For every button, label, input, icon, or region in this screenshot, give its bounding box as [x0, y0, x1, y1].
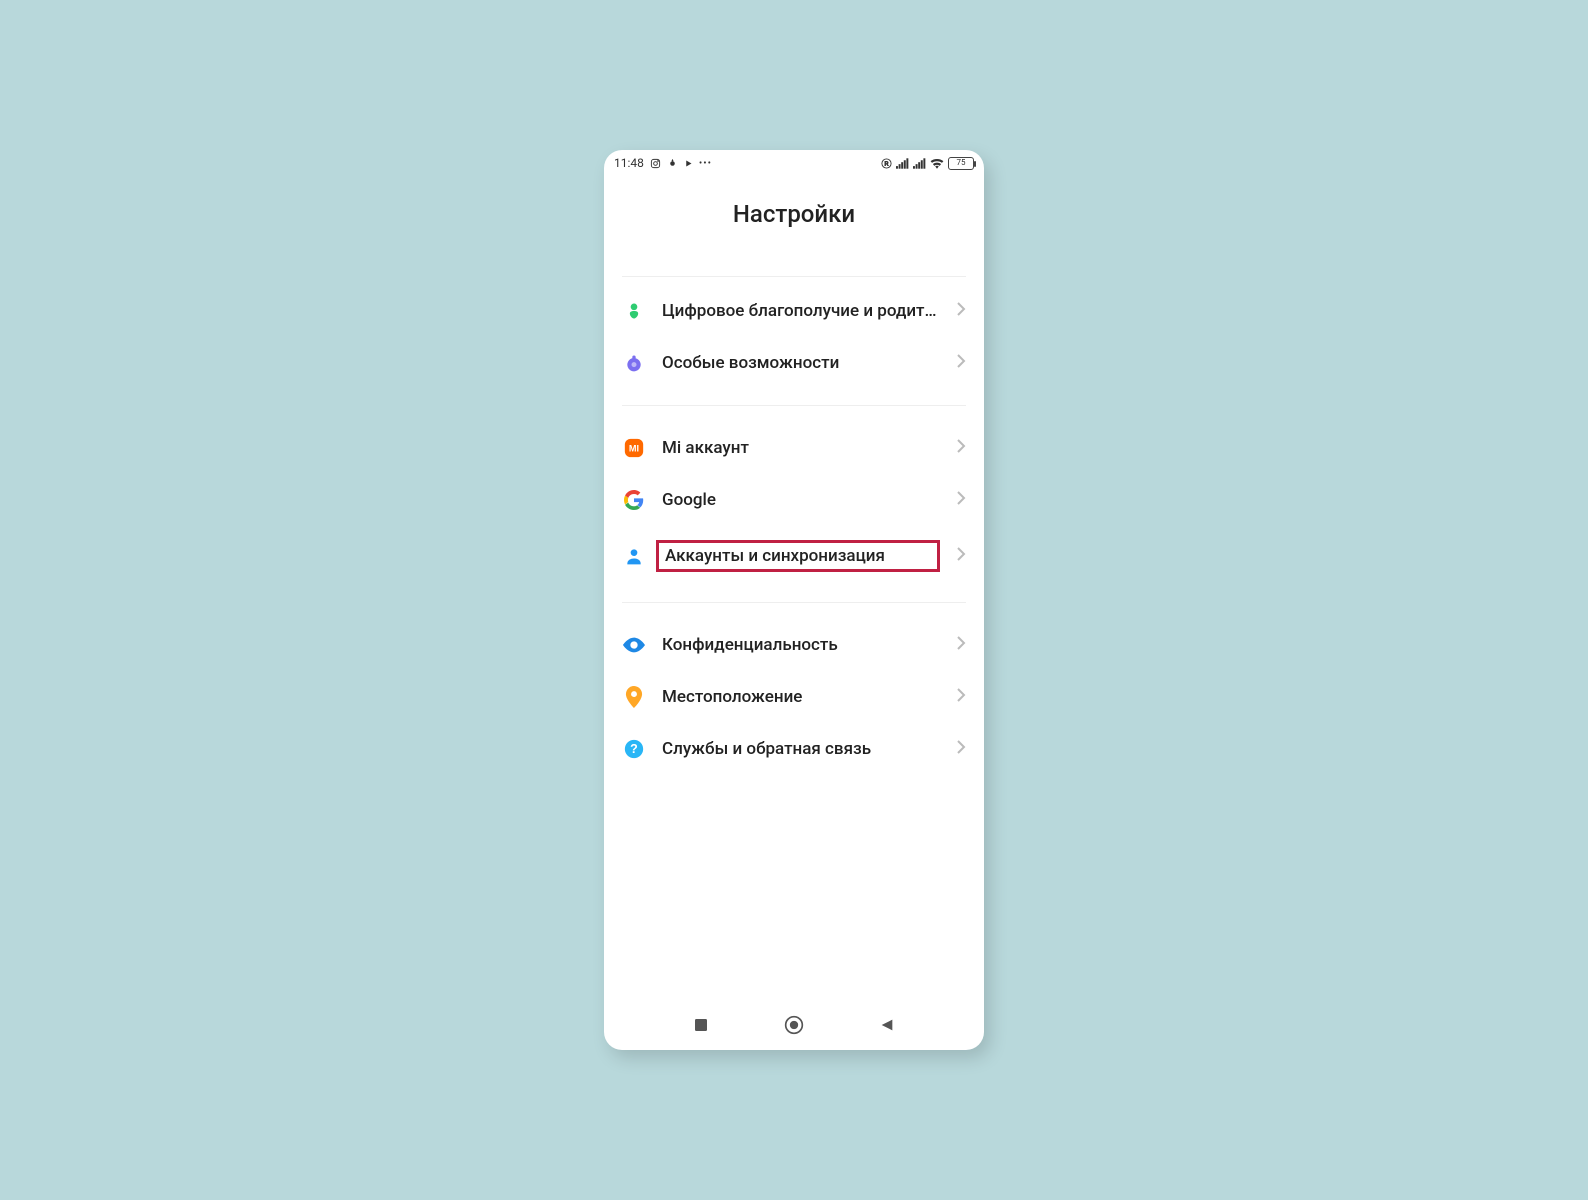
settings-row-wellbeing[interactable]: Цифровое благополучие и родит… — [622, 285, 966, 337]
settings-row-google[interactable]: Google — [622, 474, 966, 526]
wellbeing-icon — [622, 299, 646, 323]
settings-row-label: Аккаунты и синхронизация — [656, 540, 940, 572]
chevron-right-icon — [956, 546, 966, 566]
chevron-right-icon — [956, 438, 966, 458]
nav-home-button[interactable] — [783, 1014, 805, 1036]
chevron-right-icon — [956, 635, 966, 655]
settings-row-label: Службы и обратная связь — [662, 738, 940, 760]
signal-icon-1 — [896, 158, 909, 169]
svg-text:MI: MI — [629, 443, 639, 453]
nav-recent-button[interactable] — [690, 1014, 712, 1036]
more-icon: ••• — [699, 158, 712, 169]
google-icon — [622, 488, 646, 512]
page-title: Настройки — [604, 176, 984, 268]
chevron-right-icon — [956, 490, 966, 510]
settings-row-location[interactable]: Местоположение — [622, 671, 966, 723]
location-icon — [622, 685, 646, 709]
mi-icon: MI — [622, 436, 646, 460]
chevron-right-icon — [956, 739, 966, 759]
divider — [622, 405, 966, 406]
chevron-right-icon — [956, 353, 966, 373]
settings-row-label: Google — [662, 489, 940, 511]
signal-icon-2 — [913, 158, 926, 169]
registered-icon: R — [881, 158, 892, 169]
instagram-icon — [650, 158, 661, 169]
status-time: 11:48 — [614, 156, 644, 170]
svg-text:R: R — [885, 161, 889, 167]
settings-list: Цифровое благополучие и родит… Особые во… — [604, 268, 984, 1006]
phone-frame: 11:48 ••• R — [604, 150, 984, 1050]
battery-icon: 75 — [948, 157, 974, 170]
settings-row-label: Конфиденциальность — [662, 634, 940, 656]
person-icon — [622, 544, 646, 568]
play-icon — [684, 159, 693, 168]
divider — [622, 276, 966, 277]
settings-row-privacy[interactable]: Конфиденциальность — [622, 619, 966, 671]
notification-icon — [667, 158, 678, 169]
settings-row-label: Особые возможности — [662, 352, 940, 374]
help-icon: ? — [622, 737, 646, 761]
settings-row-label: Местоположение — [662, 686, 940, 708]
accessibility-icon — [622, 351, 646, 375]
settings-row-accessibility[interactable]: Особые возможности — [622, 337, 966, 389]
settings-row-mi-account[interactable]: MI Mi аккаунт — [622, 422, 966, 474]
settings-row-label: Цифровое благополучие и родит… — [662, 300, 940, 322]
chevron-right-icon — [956, 301, 966, 321]
svg-text:?: ? — [630, 742, 638, 756]
settings-row-label: Mi аккаунт — [662, 437, 940, 459]
status-bar: 11:48 ••• R — [604, 150, 984, 176]
chevron-right-icon — [956, 687, 966, 707]
settings-row-accounts-sync[interactable]: Аккаунты и синхронизация — [622, 526, 966, 586]
navigation-bar — [604, 1006, 984, 1050]
battery-level: 75 — [957, 159, 966, 167]
settings-row-feedback[interactable]: ? Службы и обратная связь — [622, 723, 966, 775]
wifi-icon — [930, 158, 944, 169]
nav-back-button[interactable] — [876, 1014, 898, 1036]
eye-icon — [622, 633, 646, 657]
divider — [622, 602, 966, 603]
